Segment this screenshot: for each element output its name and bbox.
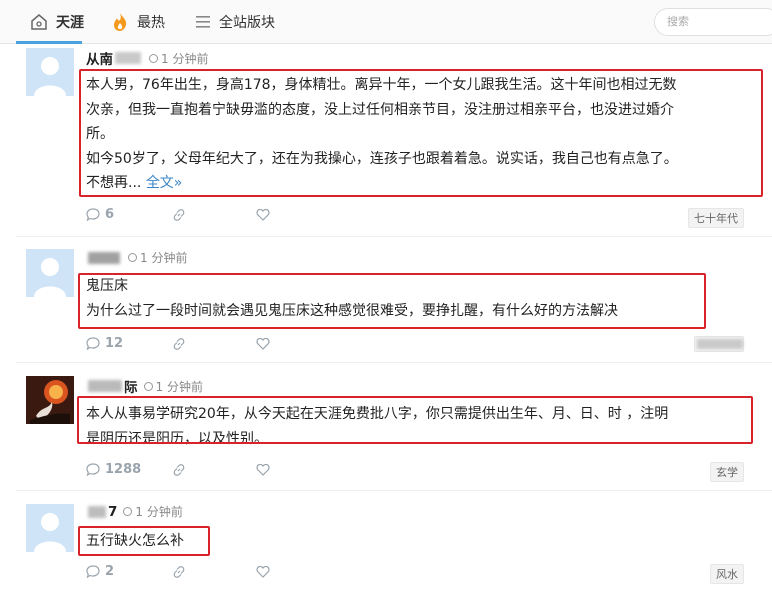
tab-hottest[interactable]: 最热 <box>111 0 165 44</box>
comment-icon <box>86 463 100 476</box>
avatar[interactable] <box>26 376 74 424</box>
comment-icon <box>86 565 100 578</box>
tab-all-boards[interactable]: 全站版块 <box>195 0 275 44</box>
redacted-name <box>115 52 141 64</box>
share-icon[interactable] <box>172 565 186 579</box>
post-author-line: 7 1 分钟前 <box>86 503 183 520</box>
post-author-line: 际 1 分钟前 <box>86 376 203 396</box>
post-item: 从南 1 分钟前 本人男，76年出生，身高178，身体精壮。离异十年，一个女儿跟… <box>16 44 772 237</box>
tab-tianya[interactable]: 天涯 <box>30 0 84 44</box>
menu-icon <box>195 15 211 29</box>
comment-count[interactable]: 1288 <box>86 462 141 477</box>
avatar[interactable] <box>26 504 74 552</box>
board-tag[interactable]: 风水 <box>710 564 744 584</box>
post-item: 际 1 分钟前 本人从事易学研究20年，从今天起在天涯免费批八字，你只需提供出生… <box>16 363 772 491</box>
tab-hottest-label: 最热 <box>137 15 165 31</box>
clock-icon <box>123 507 133 516</box>
author-name[interactable]: 际 <box>124 376 138 396</box>
author-name[interactable]: 7 <box>108 504 117 520</box>
like-icon[interactable] <box>256 208 270 221</box>
avatar[interactable] <box>26 249 74 297</box>
highlight-box <box>79 69 763 197</box>
comment-icon <box>86 337 100 350</box>
redacted-name <box>88 251 120 264</box>
clock-icon <box>149 53 158 63</box>
post-time: 1 分钟前 <box>149 50 208 67</box>
comment-icon <box>86 208 100 221</box>
share-icon[interactable] <box>172 337 186 351</box>
board-tag[interactable]: 七十年代 <box>688 208 744 228</box>
redacted-tag <box>697 339 743 349</box>
share-icon[interactable] <box>172 208 186 222</box>
board-tag[interactable]: 玄学 <box>710 462 744 482</box>
post-time: 1 分钟前 <box>143 378 203 395</box>
top-nav: 天涯 最热 全站版块 搜索 <box>0 0 772 44</box>
like-icon[interactable] <box>256 337 270 350</box>
like-icon[interactable] <box>256 463 270 476</box>
search-input[interactable]: 搜索 <box>654 8 772 36</box>
like-icon[interactable] <box>256 565 270 578</box>
highlight-box <box>77 396 753 444</box>
avatar[interactable] <box>26 48 74 96</box>
post-time: 1 分钟前 <box>128 249 187 266</box>
tab-tianya-label: 天涯 <box>56 15 84 31</box>
post-author-line: 1 分钟前 <box>86 249 187 266</box>
comment-count[interactable]: 2 <box>86 564 114 579</box>
redacted-name <box>88 380 122 392</box>
highlight-box <box>78 273 706 329</box>
clock-icon <box>143 381 153 391</box>
redacted-name <box>88 505 106 518</box>
post-item: 1 分钟前 鬼压床 为什么过了一段时间就会遇见鬼压床这种感觉很难受，要挣扎醒，有… <box>16 237 772 363</box>
comment-count[interactable]: 6 <box>86 207 114 222</box>
home-icon <box>30 13 48 31</box>
post-author-line: 从南 1 分钟前 <box>86 48 208 69</box>
comment-count[interactable]: 12 <box>86 336 123 351</box>
clock-icon <box>128 253 137 262</box>
flame-icon <box>111 12 129 32</box>
share-icon[interactable] <box>172 463 186 477</box>
post-item: 7 1 分钟前 五行缺火怎么补 2 风水 <box>16 491 772 595</box>
highlight-box <box>78 526 210 556</box>
post-time: 1 分钟前 <box>123 503 183 520</box>
author-name[interactable]: 从南 <box>86 48 113 68</box>
tab-all-boards-label: 全站版块 <box>219 15 275 31</box>
board-tag[interactable] <box>694 336 744 352</box>
search-placeholder: 搜索 <box>667 15 689 28</box>
